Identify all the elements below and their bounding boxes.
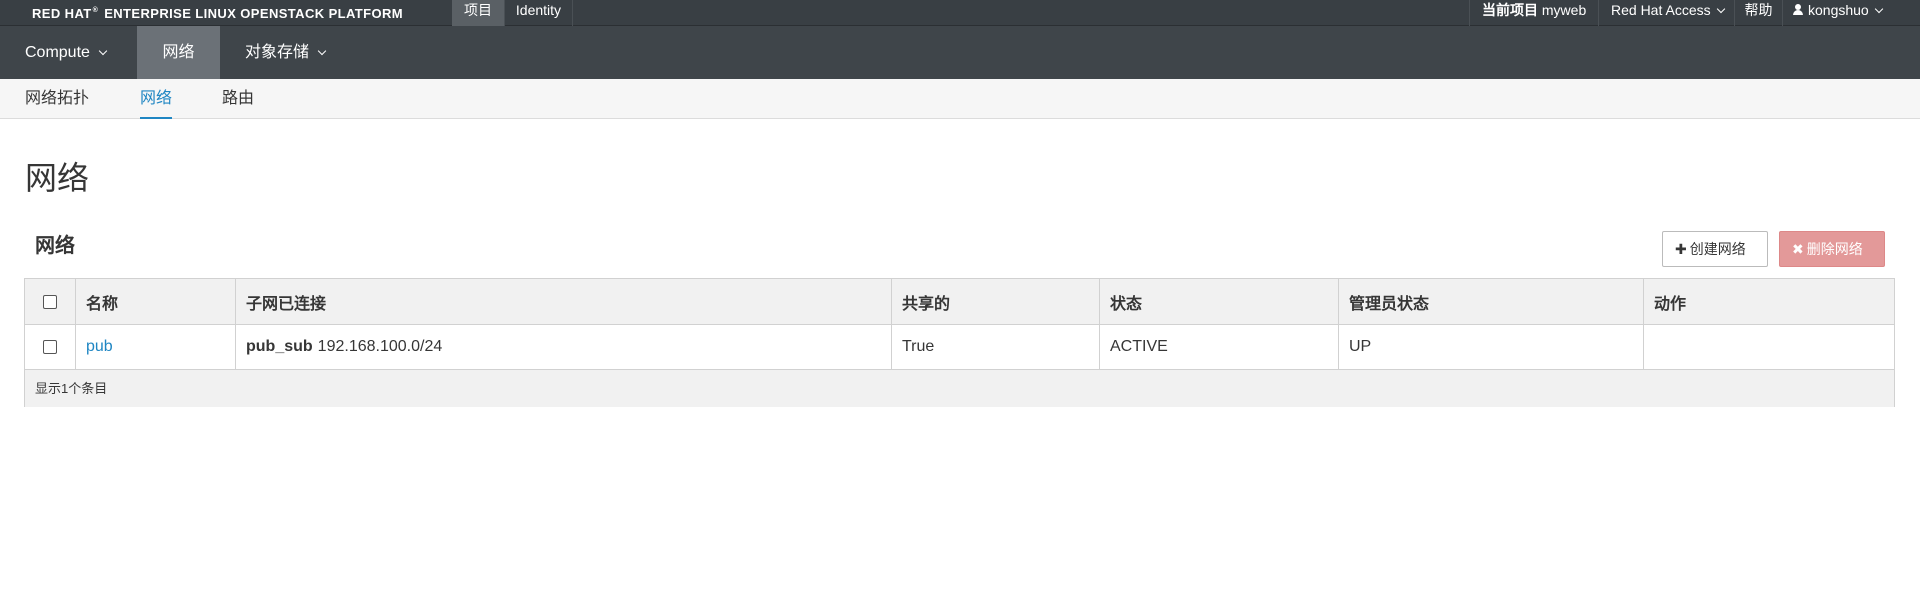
table-header: 名称 子网已连接 共享的 状态 管理员状态 动作 bbox=[25, 279, 1894, 325]
shared-cell: True bbox=[892, 325, 1100, 369]
tab-project[interactable]: 项目 bbox=[452, 0, 504, 26]
network-name-link[interactable]: pub bbox=[86, 338, 113, 356]
status-cell: ACTIVE bbox=[1100, 325, 1339, 369]
user-icon bbox=[1792, 4, 1804, 16]
subnet-name: pub_sub bbox=[246, 338, 313, 355]
table-row: pub pub_sub 192.168.100.0/24 True ACTIVE… bbox=[25, 325, 1894, 370]
subnav-network-topology[interactable]: 网络拓扑 bbox=[25, 79, 89, 119]
header-select-cell bbox=[25, 279, 76, 324]
header-name[interactable]: 名称 bbox=[76, 279, 236, 324]
tab-identity[interactable]: Identity bbox=[504, 0, 573, 26]
network-name-cell: pub bbox=[76, 325, 236, 369]
header-shared[interactable]: 共享的 bbox=[892, 279, 1100, 324]
top-utility-bar: RED HAT® ENTERPRISE LINUX OPENSTACK PLAT… bbox=[0, 0, 1920, 26]
section-title: 网络 bbox=[35, 235, 75, 257]
user-name: kongshuo bbox=[1808, 2, 1869, 18]
subnav-routers[interactable]: 路由 bbox=[222, 79, 254, 119]
nav-object-storage[interactable]: 对象存储 bbox=[245, 26, 327, 79]
admin-state-cell: UP bbox=[1339, 325, 1644, 369]
row-select-cell bbox=[25, 325, 76, 369]
header-status[interactable]: 状态 bbox=[1100, 279, 1339, 324]
help-link[interactable]: 帮助 bbox=[1734, 0, 1782, 26]
chevron-down-icon bbox=[317, 46, 327, 56]
item-count: 显示1个条目 bbox=[35, 381, 108, 396]
nav-compute[interactable]: Compute bbox=[25, 26, 108, 79]
primary-nav: Compute 网络 对象存储 bbox=[0, 26, 1920, 79]
secondary-nav: 网络拓扑 网络 路由 bbox=[0, 79, 1920, 119]
subnav-networks[interactable]: 网络 bbox=[140, 79, 173, 119]
current-project-selector[interactable]: 当前项目 myweb bbox=[1469, 0, 1598, 26]
actions-cell bbox=[1644, 325, 1894, 369]
create-network-button[interactable]: ✚ 创建网络 bbox=[1662, 231, 1768, 267]
chevron-down-icon bbox=[1716, 4, 1725, 14]
select-all-checkbox[interactable] bbox=[43, 294, 57, 309]
plus-icon: ✚ bbox=[1675, 241, 1687, 257]
brand-registered-mark: ® bbox=[92, 7, 99, 14]
header-subnets[interactable]: 子网已连接 bbox=[236, 279, 892, 324]
red-hat-access-menu[interactable]: Red Hat Access bbox=[1598, 0, 1734, 26]
red-hat-access-label: Red Hat Access bbox=[1611, 2, 1711, 18]
close-icon: ✖ bbox=[1792, 241, 1804, 257]
current-project-label: 当前项目 bbox=[1482, 2, 1538, 18]
nav-network[interactable]: 网络 bbox=[137, 26, 220, 79]
nav-compute-label: Compute bbox=[25, 44, 90, 61]
user-menu[interactable]: kongshuo bbox=[1782, 0, 1920, 26]
create-network-label: 创建网络 bbox=[1689, 241, 1746, 257]
chevron-down-icon bbox=[98, 46, 108, 56]
delete-network-label: 删除网络 bbox=[1806, 241, 1863, 257]
table-footer: 显示1个条目 bbox=[25, 370, 1894, 407]
brand-logo[interactable]: RED HAT® ENTERPRISE LINUX OPENSTACK PLAT… bbox=[32, 0, 403, 26]
nav-object-storage-label: 对象存储 bbox=[245, 44, 310, 61]
chevron-down-icon bbox=[1874, 4, 1883, 14]
subnets-cell: pub_sub 192.168.100.0/24 bbox=[236, 325, 892, 369]
current-project-value: myweb bbox=[1541, 2, 1587, 18]
brand-red-hat: RED HAT bbox=[32, 6, 92, 21]
networks-table: 名称 子网已连接 共享的 状态 管理员状态 动作 pub pub_sub 192… bbox=[24, 278, 1895, 407]
header-admin-state[interactable]: 管理员状态 bbox=[1339, 279, 1644, 324]
delete-network-button[interactable]: ✖ 删除网络 bbox=[1779, 231, 1885, 267]
subnet-cidr: 192.168.100.0/24 bbox=[317, 338, 443, 355]
row-checkbox[interactable] bbox=[43, 340, 57, 354]
page-title: 网络 bbox=[25, 160, 90, 196]
brand-product: ENTERPRISE LINUX OPENSTACK PLATFORM bbox=[104, 6, 404, 21]
header-actions: 动作 bbox=[1654, 295, 1687, 313]
